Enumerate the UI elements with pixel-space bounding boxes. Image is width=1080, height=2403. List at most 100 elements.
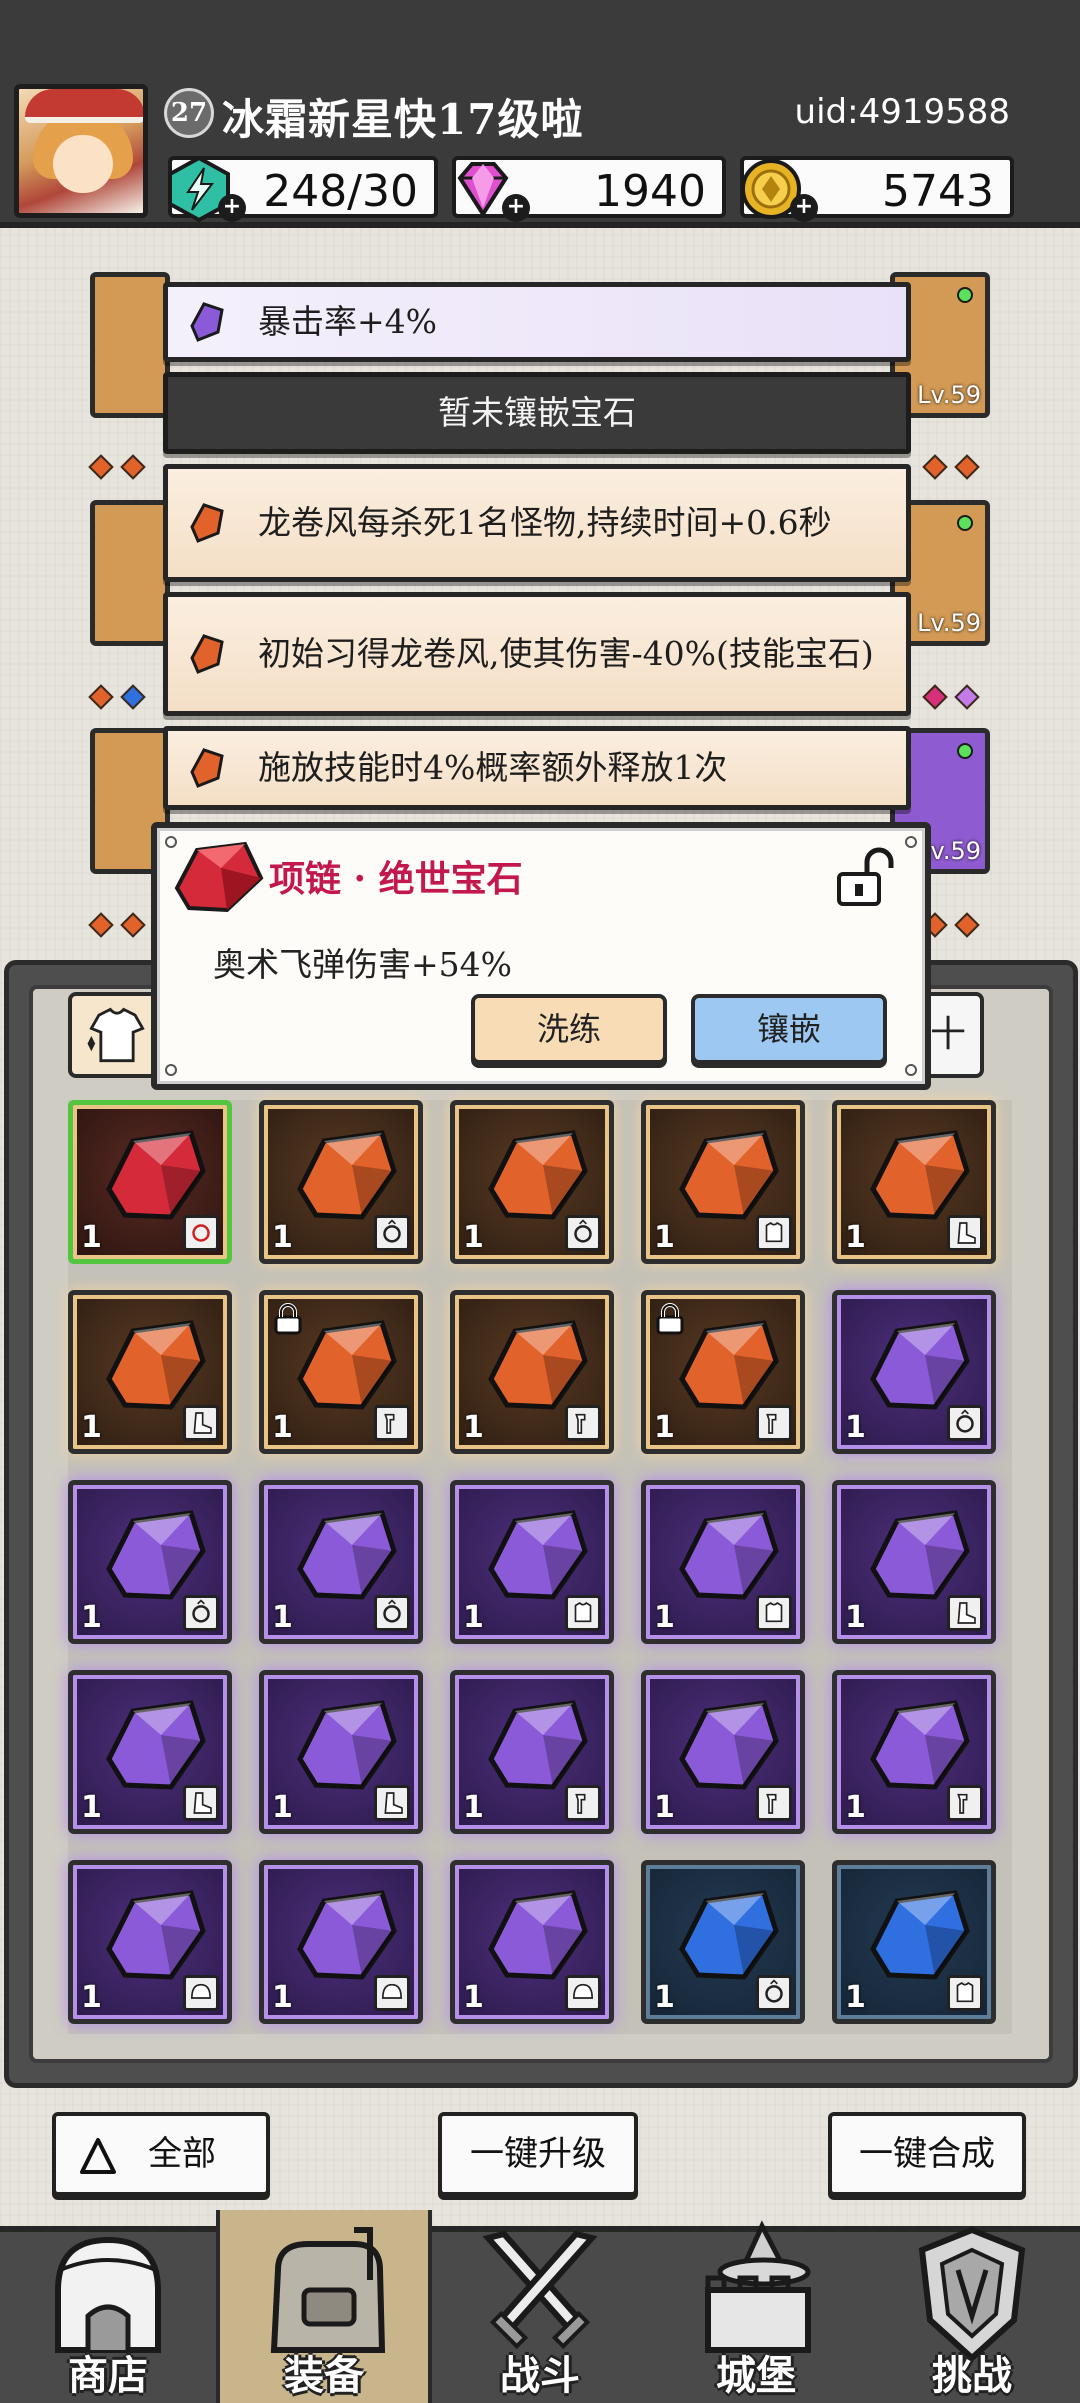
equip-level-label: Lv.59 xyxy=(917,381,981,409)
orange-gem-icon xyxy=(106,1320,206,1410)
inventory-gem-slot[interactable]: 1 xyxy=(832,1100,996,1264)
gem-count: 1 xyxy=(654,1790,675,1825)
inventory-gem-slot[interactable]: 1 xyxy=(450,1860,614,2024)
socket-indicators-left xyxy=(88,684,146,718)
socket-indicators-right xyxy=(922,684,980,718)
socket-indicators-left xyxy=(88,912,146,946)
armor-type-icon xyxy=(756,1595,792,1631)
unlocked-padlock-icon[interactable] xyxy=(831,846,895,910)
gem-count: 1 xyxy=(845,1790,866,1825)
inventory-gem-slot[interactable]: 1 xyxy=(450,1290,614,1454)
inventory-gem-slot[interactable]: 1 xyxy=(259,1670,423,1834)
inventory-gem-slot[interactable]: 1 xyxy=(832,1290,996,1454)
inventory-gem-slot[interactable]: 1 xyxy=(832,1860,996,2024)
filter-all-button[interactable]: 全部 xyxy=(52,2112,270,2196)
socket-indicators-right xyxy=(922,912,980,946)
gem-count: 1 xyxy=(463,1410,484,1445)
purple-gem-icon xyxy=(488,1700,588,1790)
coins-add-icon[interactable]: + xyxy=(790,194,818,222)
purple-gem-icon xyxy=(870,1510,970,1600)
upgrade-all-button[interactable]: 一键升级 xyxy=(438,2112,638,2196)
nav-label: 挑战 xyxy=(932,2352,1012,2399)
ring-type-icon xyxy=(374,1595,410,1631)
inventory-gem-slot[interactable]: 1 xyxy=(641,1480,805,1644)
energy-counter[interactable]: + 248/30 xyxy=(168,155,438,223)
gem-detail-dialog: 项链 · 绝世宝石 奥术飞弹伤害+54% 洗练 镶嵌 xyxy=(151,822,931,1090)
orange-gem-icon xyxy=(190,634,224,674)
inventory-gem-slot[interactable]: 1 xyxy=(259,1480,423,1644)
inlay-button[interactable]: 镶嵌 xyxy=(691,994,887,1064)
gem-count: 1 xyxy=(463,1600,484,1635)
gem-dialog-title: 项链 · 绝世宝石 xyxy=(269,858,523,900)
affix-text: 龙卷风每杀死1名怪物,持续时间+0.6秒 xyxy=(258,503,832,542)
inventory-gem-slot[interactable]: 1 xyxy=(68,1860,232,2024)
gem-count: 1 xyxy=(272,1410,293,1445)
inventory-gem-slot[interactable]: 1 xyxy=(832,1670,996,1834)
gem-count: 1 xyxy=(81,1600,102,1635)
necklace-type-icon xyxy=(183,1215,219,1251)
player-avatar[interactable] xyxy=(14,84,148,218)
gem-count: 1 xyxy=(654,1220,675,1255)
blue-gem-icon xyxy=(870,1890,970,1980)
inventory-gem-slot[interactable]: 1 xyxy=(259,1100,423,1264)
purple-gem-icon xyxy=(106,1890,206,1980)
equip-slot-armor[interactable] xyxy=(90,500,170,646)
orange-gem-icon xyxy=(679,1130,779,1220)
gem-count: 1 xyxy=(81,1790,102,1825)
inventory-gem-slot[interactable]: 1 xyxy=(450,1670,614,1834)
gem-inventory-grid: 1 1 1 1 1 1 1 1 1 1 1 1 1 1 1 1 1 1 1 1 1 1 1 1 1 xyxy=(68,1100,1012,2034)
ring-type-icon xyxy=(756,1975,792,2011)
inventory-gem-slot[interactable]: 1 xyxy=(450,1480,614,1644)
purple-gem-icon xyxy=(870,1700,970,1790)
orange-gem-icon xyxy=(297,1320,397,1410)
nav-label: 装备 xyxy=(284,2352,364,2399)
affix-row: 暴击率+4% xyxy=(163,282,911,362)
helmet-type-icon xyxy=(183,1975,219,2011)
shirt-sparkle-icon xyxy=(87,1007,145,1063)
inventory-gem-slot[interactable]: 1 xyxy=(68,1670,232,1834)
inventory-gem-slot[interactable]: 1 xyxy=(259,1860,423,2024)
affix-row: 施放技能时4%概率额外释放1次 xyxy=(163,726,911,810)
purple-gem-icon xyxy=(679,1700,779,1790)
inventory-gem-slot[interactable]: 1 xyxy=(68,1480,232,1644)
boots-type-icon xyxy=(947,1215,983,1251)
inventory-gem-slot[interactable]: 1 xyxy=(832,1480,996,1644)
ring-type-icon xyxy=(183,1595,219,1631)
purple-gem-icon xyxy=(297,1700,397,1790)
affix-row: 初始习得龙卷风,使其伤害-40%(技能宝石) xyxy=(163,592,911,716)
inventory-gem-slot[interactable]: 1 xyxy=(259,1290,423,1454)
inventory-gem-slot[interactable]: 1 xyxy=(68,1100,232,1264)
energy-add-icon[interactable]: + xyxy=(218,194,246,222)
inventory-gem-slot[interactable]: 1 xyxy=(68,1290,232,1454)
red-gem-icon xyxy=(174,841,264,913)
nav-label: 战斗 xyxy=(500,2352,580,2399)
inventory-gem-slot[interactable]: 1 xyxy=(641,1290,805,1454)
merge-all-button[interactable]: 一键合成 xyxy=(828,2112,1026,2196)
inventory-gem-slot[interactable]: 1 xyxy=(641,1860,805,2024)
filter-tab-equipment[interactable] xyxy=(68,992,162,1078)
inventory-gem-slot[interactable]: 1 xyxy=(641,1100,805,1264)
orange-gem-icon xyxy=(190,748,224,788)
weapon-type-icon xyxy=(374,1405,410,1441)
equip-slot-helmet[interactable] xyxy=(90,272,170,418)
coins-counter[interactable]: + 5743 xyxy=(740,156,1014,222)
socket-indicators-left xyxy=(88,454,146,488)
nav-item-castle[interactable]: 城堡 xyxy=(648,2210,864,2403)
nav-item-battle[interactable]: 战斗 xyxy=(432,2210,648,2403)
coins-value: 5743 xyxy=(882,166,994,217)
nav-item-shop[interactable]: 商店 xyxy=(0,2210,216,2403)
nav-item-equipment[interactable]: 装备 xyxy=(216,2210,432,2403)
gem-count: 1 xyxy=(845,1600,866,1635)
inventory-gem-slot[interactable]: 1 xyxy=(641,1670,805,1834)
gem-count: 1 xyxy=(463,1980,484,2015)
boots-type-icon xyxy=(183,1405,219,1441)
orange-gem-icon xyxy=(870,1130,970,1220)
gems-counter[interactable]: + 1940 xyxy=(452,156,726,222)
wash-button[interactable]: 洗练 xyxy=(471,994,667,1064)
nav-item-challenge[interactable]: 挑战 xyxy=(864,2210,1080,2403)
orange-gem-icon xyxy=(679,1320,779,1410)
inventory-gem-slot[interactable]: 1 xyxy=(450,1100,614,1264)
gems-add-icon[interactable]: + xyxy=(502,194,530,222)
ring-type-icon xyxy=(947,1405,983,1441)
gem-count: 1 xyxy=(272,1790,293,1825)
